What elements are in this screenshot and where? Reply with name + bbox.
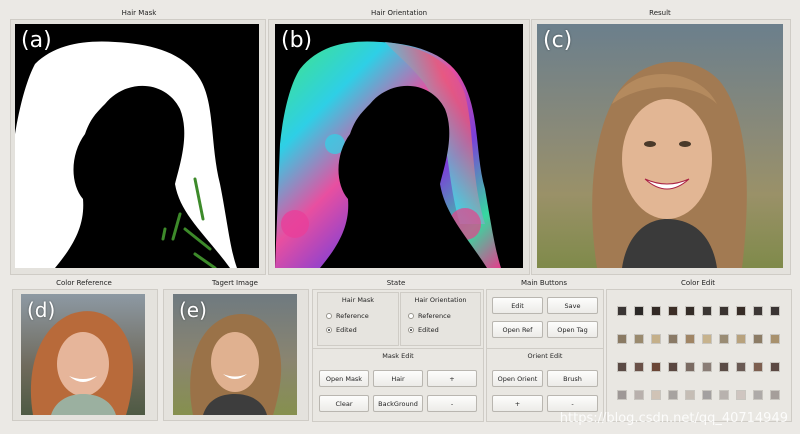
hair-orientation-image xyxy=(275,41,501,268)
color-swatch[interactable] xyxy=(617,306,627,316)
color-swatch[interactable] xyxy=(753,334,763,344)
hair-mask-title: Hair Mask xyxy=(121,9,157,17)
color-swatch[interactable] xyxy=(668,362,678,372)
clear-button[interactable]: Clear xyxy=(319,395,369,412)
result-title: Result xyxy=(649,9,671,17)
radio-indicator xyxy=(408,313,414,319)
color-swatch[interactable] xyxy=(685,362,695,372)
radio-label: Edited xyxy=(418,326,439,334)
color-swatch[interactable] xyxy=(753,390,763,400)
color-swatch[interactable] xyxy=(634,306,644,316)
orient-plus-button[interactable]: + xyxy=(492,395,543,412)
radio-indicator xyxy=(326,327,332,333)
open-tag-button[interactable]: Open Tag xyxy=(547,321,598,338)
hair-mask-canvas[interactable]: (a) xyxy=(15,24,259,268)
color-swatch[interactable] xyxy=(753,362,763,372)
color-reference-title: Color Reference xyxy=(56,279,112,287)
result-image: (c) xyxy=(537,24,783,268)
hair-mask-reference-radio[interactable]: Reference xyxy=(326,312,369,320)
open-orient-button[interactable]: Open Orient xyxy=(492,370,543,387)
state-hair-orientation-title: Hair Orientation xyxy=(414,296,467,304)
color-swatch[interactable] xyxy=(770,334,780,344)
color-swatch[interactable] xyxy=(685,390,695,400)
color-swatch[interactable] xyxy=(668,306,678,316)
state-title: State xyxy=(386,279,406,287)
brush-button[interactable]: Brush xyxy=(547,370,598,387)
orient-minus-button[interactable]: - xyxy=(547,395,598,412)
radio-indicator xyxy=(408,327,414,333)
target-image-title: Tagert Image xyxy=(212,279,258,287)
color-edit-title: Color Edit xyxy=(680,279,716,287)
target-image: (e) xyxy=(173,294,297,415)
color-swatch[interactable] xyxy=(617,362,627,372)
open-ref-button[interactable]: Open Ref xyxy=(492,321,543,338)
color-swatch[interactable] xyxy=(651,334,661,344)
mask-minus-button[interactable]: - xyxy=(427,395,477,412)
edit-button[interactable]: Edit xyxy=(492,297,543,314)
hair-button[interactable]: Hair xyxy=(373,370,423,387)
state-hair-orientation-box: Hair Orientation Reference Edited xyxy=(400,292,481,346)
color-swatch[interactable] xyxy=(702,306,712,316)
color-swatch[interactable] xyxy=(617,390,627,400)
mask-edit-title: Mask Edit xyxy=(382,352,414,360)
save-button[interactable]: Save xyxy=(547,297,598,314)
color-swatch[interactable] xyxy=(634,390,644,400)
color-swatch[interactable] xyxy=(770,390,780,400)
color-swatch[interactable] xyxy=(719,306,729,316)
background-button[interactable]: BackGround xyxy=(373,395,423,412)
hair-orientation-canvas[interactable]: (b) xyxy=(275,24,523,268)
color-swatch[interactable] xyxy=(668,390,678,400)
radio-label: Edited xyxy=(336,326,357,334)
panel-label-c: (c) xyxy=(543,28,573,53)
main-buttons-title: Main Buttons xyxy=(520,279,568,287)
color-swatch[interactable] xyxy=(736,390,746,400)
main-buttons-group: Edit Save Open Ref Open Tag xyxy=(486,289,604,349)
open-mask-button[interactable]: Open Mask xyxy=(319,370,369,387)
state-group: Hair Mask Reference Edited Hair Orientat… xyxy=(312,289,484,349)
hair-mask-image xyxy=(15,41,237,268)
state-hair-mask-title: Hair Mask xyxy=(341,296,375,304)
color-swatch[interactable] xyxy=(685,306,695,316)
color-swatch[interactable] xyxy=(651,390,661,400)
radio-label: Reference xyxy=(418,312,451,320)
color-swatch[interactable] xyxy=(685,334,695,344)
orient-edit-title: Orient Edit xyxy=(527,352,563,360)
color-swatch[interactable] xyxy=(736,362,746,372)
hair-orientation-edited-radio[interactable]: Edited xyxy=(408,326,439,334)
color-swatch[interactable] xyxy=(702,334,712,344)
hair-mask-edited-radio[interactable]: Edited xyxy=(326,326,357,334)
color-swatch[interactable] xyxy=(736,334,746,344)
color-edit-group xyxy=(606,289,792,422)
hair-orientation-title: Hair Orientation xyxy=(370,9,428,17)
color-swatch[interactable] xyxy=(634,334,644,344)
radio-indicator xyxy=(326,313,332,319)
color-swatch[interactable] xyxy=(702,362,712,372)
color-swatch[interactable] xyxy=(719,362,729,372)
color-swatch[interactable] xyxy=(634,362,644,372)
panel-label-a: (a) xyxy=(21,28,52,53)
color-swatch[interactable] xyxy=(753,306,763,316)
color-swatch[interactable] xyxy=(651,362,661,372)
color-swatch[interactable] xyxy=(617,334,627,344)
panel-label-e: (e) xyxy=(179,298,207,322)
color-swatch[interactable] xyxy=(702,390,712,400)
mask-edit-group: Mask Edit Open Mask Hair + Clear BackGro… xyxy=(312,348,484,422)
radio-label: Reference xyxy=(336,312,369,320)
hair-orientation-reference-radio[interactable]: Reference xyxy=(408,312,451,320)
watermark-text: https://blog.csdn.net/qq_40714949 xyxy=(559,411,788,426)
color-swatch[interactable] xyxy=(719,334,729,344)
state-hair-mask-box: Hair Mask Reference Edited xyxy=(317,292,399,346)
color-reference-image: (d) xyxy=(21,294,145,415)
panel-label-d: (d) xyxy=(27,298,56,322)
color-swatch[interactable] xyxy=(668,334,678,344)
mask-plus-button[interactable]: + xyxy=(427,370,477,387)
result-portrait xyxy=(592,61,747,268)
color-swatch[interactable] xyxy=(736,306,746,316)
panel-label-b: (b) xyxy=(281,28,313,53)
color-swatch[interactable] xyxy=(719,390,729,400)
color-swatch[interactable] xyxy=(770,362,780,372)
color-swatch[interactable] xyxy=(651,306,661,316)
color-swatch[interactable] xyxy=(770,306,780,316)
